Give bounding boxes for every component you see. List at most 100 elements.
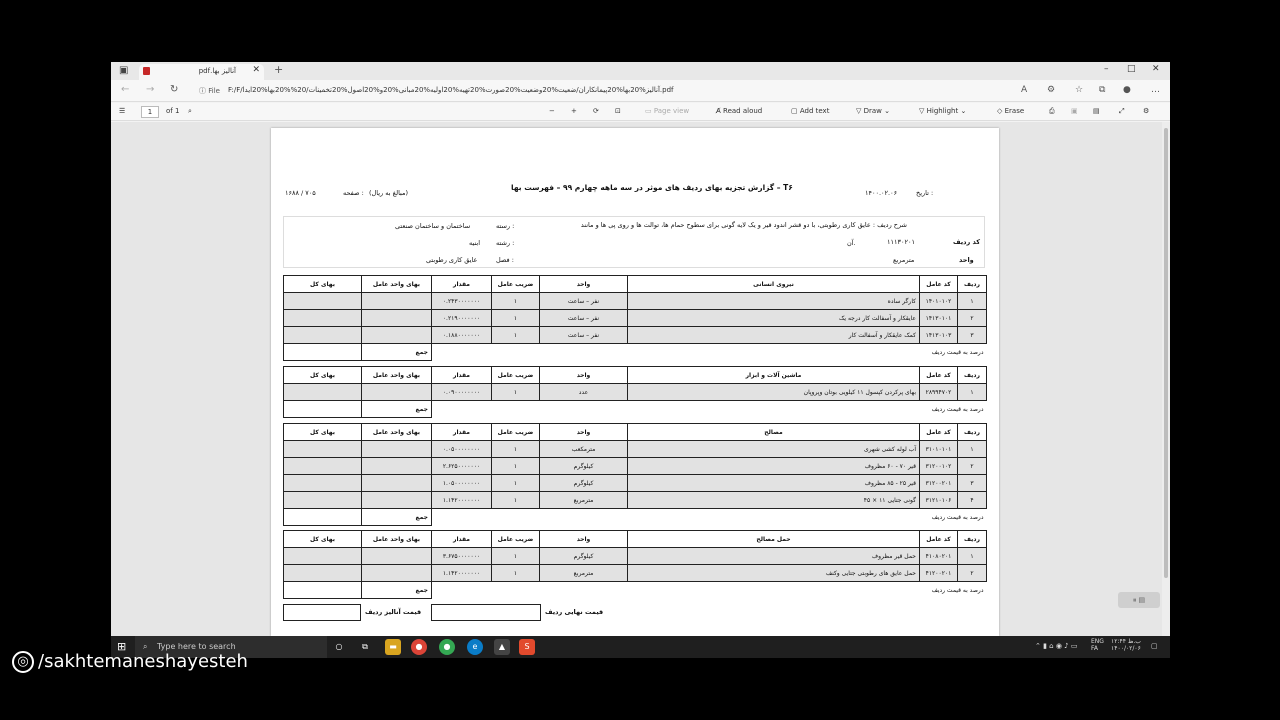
col-header: مقدار xyxy=(431,530,492,548)
machine-table: بهای کل بهای واحد عامل مقدار ضریب عامل واحد م… xyxy=(283,366,987,418)
app-icon[interactable]: ● xyxy=(439,639,455,655)
new-tab-button[interactable]: + xyxy=(274,63,283,76)
cortana-icon[interactable]: ○ xyxy=(331,639,347,655)
back-icon[interactable]: ← xyxy=(121,84,129,95)
rotate-icon[interactable]: ⟳ xyxy=(593,107,599,115)
zoom-out-icon[interactable]: − xyxy=(549,107,555,115)
cell-unit-price xyxy=(361,383,432,401)
cell-name: عایقکار و آسفالت کار درجه یک xyxy=(627,309,920,327)
read-aloud-button[interactable]: A̸ Read aloud xyxy=(716,107,762,115)
notifications-icon[interactable]: ▢ xyxy=(1151,642,1158,650)
contents-icon[interactable]: ☰ xyxy=(119,107,125,115)
tab-active[interactable]: آنالیز بها.pdf ✕ xyxy=(139,64,264,80)
cell-factor: ۱ xyxy=(491,326,540,344)
collections-icon[interactable]: ⧉ xyxy=(1099,85,1105,95)
cell-code: ۴۱۲۰۰۲۰۱ xyxy=(919,564,958,582)
save-icon[interactable]: ▣ xyxy=(1071,107,1078,115)
cell-percent: درصد به قیمت ردیف xyxy=(431,400,987,418)
edge-icon[interactable]: e xyxy=(467,639,483,655)
profile-icon[interactable]: ● xyxy=(1123,85,1131,95)
table-row: ۰.۰۵۰۰۰۰۰۰۰۰ ۱ مترمکعب آب لوله کشی شهری ۳۱۰۱… xyxy=(283,440,987,458)
tray-icons[interactable]: ⌃ ▮ ⌂ ◉ ♪ ▭ xyxy=(1035,642,1077,650)
page-nav-pill[interactable]: ⏸ ▤ xyxy=(1118,592,1160,608)
save-as-icon[interactable]: ▤ xyxy=(1093,107,1100,115)
scrollbar-thumb[interactable] xyxy=(1164,128,1168,578)
col-header: بهای واحد عامل xyxy=(361,530,432,548)
cell-code: ۳۱۲۱۰۱۰۶ xyxy=(919,491,958,509)
url-field[interactable]: ⓘ File F:/F/آنالیز%20بها%20پیمانکاران/ضع… xyxy=(195,83,1025,99)
cell-row: ۲ xyxy=(957,564,987,582)
cell-factor: ۱ xyxy=(491,457,540,475)
zoom-in-icon[interactable]: + xyxy=(571,107,577,115)
cell-total xyxy=(283,491,362,509)
photos-icon[interactable]: ▲ xyxy=(494,639,510,655)
screen-recorder-icon[interactable]: S xyxy=(519,639,535,655)
lang-indicator[interactable]: ENG FA xyxy=(1091,638,1104,652)
task-view-icon[interactable]: ⧉ xyxy=(357,639,373,655)
cell-unit-price xyxy=(361,491,432,509)
clock[interactable]: ۱۲:۴۴ ب.ظ ۱۴۰۰/۰۲/۰۶ xyxy=(1111,638,1141,652)
pdf-viewport[interactable]: تاریخ : ۱۴۰۰.۰۲.۰۶ T۶ – گزارش تجزیه بهای… xyxy=(111,122,1170,636)
cell-amount: ۱.۱۴۲۰۰۰۰۰۰۰ xyxy=(431,491,492,509)
cell-factor: ۱ xyxy=(491,564,540,582)
cell-total xyxy=(283,326,362,344)
fit-page-icon[interactable]: ⊡ xyxy=(615,107,621,115)
maximize-button[interactable]: □ xyxy=(1127,64,1136,74)
tab-actions-icon[interactable]: ▣ xyxy=(119,65,128,76)
cell-unit: عدد xyxy=(539,383,628,401)
cell-amount: ۰.۰۵۰۰۰۰۰۰۰۰ xyxy=(431,440,492,458)
table-row: ۳.۶۷۵۰۰۰۰۰۰۰ ۱ کیلوگرم حمل قیر مظروف ۴۱۰۸۰۲۰… xyxy=(283,547,987,565)
col-header: واحد xyxy=(539,530,628,548)
settings-icon[interactable]: ⚙ xyxy=(1143,107,1149,115)
branch-value: ابنیه xyxy=(469,239,481,247)
draw-button[interactable]: ▽ Draw ⌄ xyxy=(856,107,890,115)
col-header: ضریب عامل xyxy=(491,275,540,293)
page-view-button[interactable]: ▭ Page view xyxy=(645,107,689,115)
cell-factor: ۱ xyxy=(491,309,540,327)
cell-code: ۱۴۱۳۰۱۰۱ xyxy=(919,309,958,327)
cell-factor: ۱ xyxy=(491,547,540,565)
cell-name: بهای پرکردن کپسول ۱۱ کیلویی بوتان وپروپا… xyxy=(627,383,920,401)
watermark: ◎/sakhtemaneshayesteh xyxy=(12,651,248,673)
col-header: بهای واحد عامل xyxy=(361,423,432,441)
refresh-icon[interactable]: ↻ xyxy=(170,84,178,95)
favorites-icon[interactable]: ☆ xyxy=(1075,85,1083,95)
extensions-icon[interactable]: ⚙ xyxy=(1047,85,1055,95)
cell-name: کمک عایقکار و آسفالت کار xyxy=(627,326,920,344)
file-explorer-icon[interactable]: ▬ xyxy=(385,639,401,655)
file-label: File xyxy=(208,87,220,95)
cell-factor: ۱ xyxy=(491,383,540,401)
print-icon[interactable]: ⎙ xyxy=(1049,107,1055,116)
highlight-button[interactable]: ▽ Highlight ⌄ xyxy=(919,107,966,115)
cell-total xyxy=(283,309,362,327)
cell-total xyxy=(283,457,362,475)
col-header: بهای واحد عامل xyxy=(361,275,432,293)
search-icon[interactable]: ⌕ xyxy=(188,107,192,116)
page-number-input[interactable]: 1 xyxy=(141,106,159,118)
sum-row: جمع درصد به قیمت ردیف xyxy=(283,581,987,599)
cell-percent: درصد به قیمت ردیف xyxy=(431,508,987,526)
chrome-icon[interactable]: ● xyxy=(411,639,427,655)
cell-sum-total xyxy=(283,343,362,361)
col-header: حمل مصالح xyxy=(627,530,920,548)
col-header: ردیف xyxy=(957,530,987,548)
fullscreen-icon[interactable]: ⤢ xyxy=(1119,107,1125,116)
close-window-button[interactable]: ✕ xyxy=(1152,64,1160,74)
pdf-icon xyxy=(143,67,150,75)
minimize-button[interactable]: – xyxy=(1104,64,1109,74)
forward-icon[interactable]: → xyxy=(146,84,154,95)
more-menu-icon[interactable]: … xyxy=(1151,85,1160,95)
close-tab-icon[interactable]: ✕ xyxy=(252,65,260,75)
cell-percent: درصد به قیمت ردیف xyxy=(431,581,987,599)
table-row: ۰.۱۸۸۰۰۰۰۰۰۰ ۱ نفر – ساعت کمک عایقکار و آسف… xyxy=(283,326,987,344)
cell-code: ۳۱۲۰۰۲۰۱ xyxy=(919,474,958,492)
vertical-scrollbar[interactable] xyxy=(1162,122,1170,636)
read-mode-icon[interactable]: A xyxy=(1021,85,1027,95)
cell-sum-label: جمع xyxy=(361,343,432,361)
col-header: ضریب عامل xyxy=(491,366,540,384)
cell-unit-price xyxy=(361,564,432,582)
cell-unit: مترمربع xyxy=(539,491,628,509)
add-text-button[interactable]: ▢ Add text xyxy=(791,107,829,115)
erase-button[interactable]: ◇ Erase xyxy=(997,107,1024,115)
col-header: بهای کل xyxy=(283,530,362,548)
